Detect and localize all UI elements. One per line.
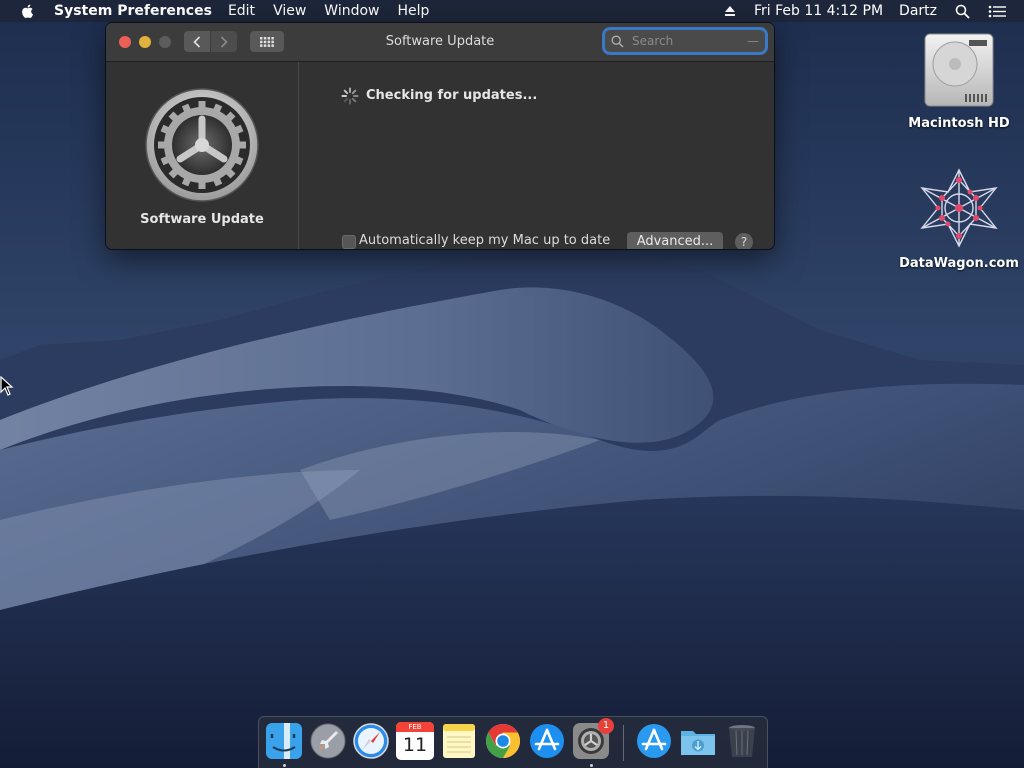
show-all-button[interactable] (250, 31, 284, 52)
launchpad-icon[interactable] (309, 722, 347, 760)
update-badge: 1 (598, 718, 614, 734)
search-icon (611, 35, 624, 47)
spotlight-search-icon[interactable] (955, 4, 970, 19)
pane-content: Checking for updates... Automatically ke… (299, 62, 774, 249)
menu-edit[interactable]: Edit (228, 0, 255, 22)
safari-icon[interactable] (352, 722, 390, 760)
app-store-stack-icon[interactable] (635, 722, 673, 760)
network-star-icon (920, 168, 998, 248)
system-preferences-running-indicator (590, 764, 593, 767)
chevron-right-icon (220, 35, 228, 48)
desktop-icon-label: Macintosh HD (908, 116, 1010, 131)
eject-icon[interactable] (724, 5, 736, 17)
auto-update-checkbox[interactable] (342, 235, 356, 249)
menu-clock[interactable]: Fri Feb 11 4:12 PM (754, 3, 883, 19)
trash-icon[interactable] (723, 722, 761, 760)
chevron-left-icon (193, 35, 201, 48)
downloads-folder-icon[interactable] (679, 722, 717, 760)
advanced-button[interactable]: Advanced... (627, 232, 723, 249)
search-input[interactable] (630, 33, 744, 49)
pane-sidebar: Software Update (106, 62, 299, 249)
search-field[interactable]: — (605, 30, 765, 52)
notes-icon[interactable] (440, 722, 478, 760)
app-store-icon[interactable] (528, 722, 566, 760)
close-button[interactable] (119, 36, 131, 48)
menu-window[interactable]: Window (324, 0, 379, 22)
calendar-month: FEB (396, 722, 434, 732)
minimize-button[interactable] (139, 36, 151, 48)
menu-view[interactable]: View (273, 0, 306, 22)
zoom-button[interactable] (159, 36, 171, 48)
desktop-icon-datawagon[interactable]: DataWagon.com (896, 166, 1022, 271)
dock-separator (623, 725, 624, 761)
spinner-icon (341, 87, 359, 105)
menu-bar: System Preferences Edit View Window Help… (0, 0, 1024, 22)
hard-drive-icon (924, 33, 994, 107)
pane-label: Software Update (140, 212, 264, 227)
forward-button[interactable] (211, 31, 237, 52)
help-button[interactable]: ? (735, 233, 753, 249)
software-update-window: Software Update — (106, 23, 774, 249)
system-preferences-dock-item[interactable]: 1 (572, 718, 614, 760)
calendar-icon[interactable]: FEB 11 (396, 722, 434, 760)
dock: FEB 11 1 (258, 716, 768, 768)
update-status-text: Checking for updates... (366, 88, 538, 103)
window-titlebar[interactable]: Software Update — (106, 23, 774, 62)
mouse-cursor-icon (0, 376, 14, 396)
finder-running-indicator (283, 764, 286, 767)
notification-center-icon[interactable] (988, 5, 1006, 18)
menu-app-name[interactable]: System Preferences (54, 0, 212, 22)
menu-help[interactable]: Help (398, 0, 430, 22)
back-button[interactable] (184, 31, 210, 52)
auto-update-label[interactable]: Automatically keep my Mac up to date (359, 233, 610, 248)
chrome-icon[interactable] (484, 722, 522, 760)
calendar-day: 11 (402, 734, 428, 756)
apple-menu-icon[interactable] (20, 3, 36, 19)
search-clear-icon[interactable]: — (747, 34, 759, 48)
grid-icon (260, 36, 274, 47)
menu-user[interactable]: Dartz (899, 3, 937, 19)
desktop-icon-macintosh-hd[interactable]: Macintosh HD (904, 30, 1014, 131)
desktop-icon-label: DataWagon.com (899, 256, 1019, 271)
software-update-gear-icon (145, 88, 259, 202)
finder-icon[interactable] (265, 722, 303, 760)
